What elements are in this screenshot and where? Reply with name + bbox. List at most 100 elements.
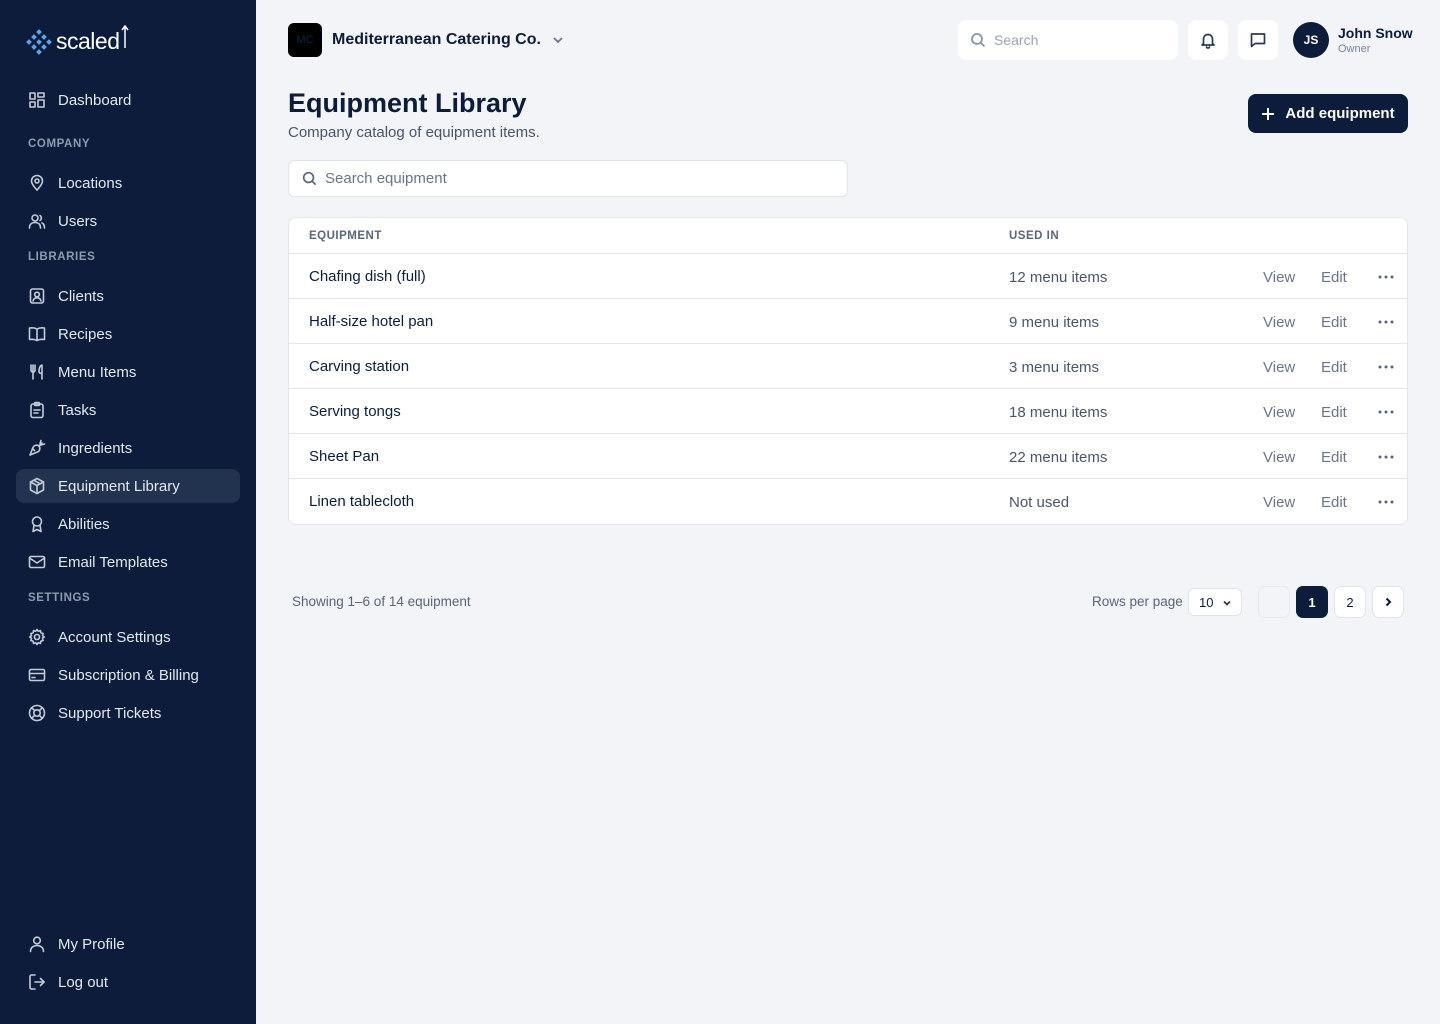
sidebar-item-tasks[interactable]: Tasks (16, 393, 240, 427)
used-in-count: 12 menu items (1009, 269, 1108, 286)
rows-per-page-label: Rows per page (1092, 594, 1183, 609)
arrow-up-icon (121, 24, 130, 48)
equipment-name[interactable]: Half-size hotel pan (309, 313, 433, 330)
user-avatar[interactable]: JS (1293, 22, 1329, 58)
equipment-name[interactable]: Serving tongs (309, 403, 401, 420)
brand-name: scaled (56, 27, 120, 54)
user-name: John Snow (1338, 25, 1413, 41)
used-in-count: Not used (1009, 494, 1070, 511)
more-horizontal-icon (1378, 500, 1394, 504)
sidebar-item-subscription-billing[interactable]: Subscription & Billing (16, 658, 240, 692)
book-icon (28, 325, 46, 343)
user-role: Owner (1338, 43, 1371, 55)
sidebar-item-my-profile[interactable]: My Profile (16, 927, 240, 961)
sidebar-item-log-out[interactable]: Log out (16, 965, 240, 999)
sidebar-item-equipment-library[interactable]: Equipment Library (16, 469, 240, 503)
view-button[interactable]: View (1263, 404, 1295, 421)
more-horizontal-icon (1378, 365, 1394, 369)
edit-button[interactable]: Edit (1321, 359, 1347, 376)
rows-per-page-select[interactable]: 10 (1188, 588, 1242, 616)
more-actions-button[interactable] (1375, 267, 1397, 287)
equipment-name[interactable]: Linen tablecloth (309, 493, 414, 510)
sidebar-settings-section: SETTINGS Account Settings Subscription &… (16, 589, 240, 734)
users-icon (28, 212, 46, 230)
table-row[interactable]: Half-size hotel pan 9 menu items View Edit (289, 299, 1407, 344)
view-button[interactable]: View (1263, 494, 1295, 511)
view-button[interactable]: View (1263, 449, 1295, 466)
equipment-search-input[interactable] (325, 170, 825, 187)
sidebar-item-support-tickets[interactable]: Support Tickets (16, 696, 240, 730)
sidebar-libraries-section: LIBRARIES Clients Recipes Menu Items Tas… (16, 248, 240, 583)
chevron-down-icon (1223, 600, 1231, 606)
credit-card-icon (28, 666, 46, 684)
notifications-button[interactable] (1188, 20, 1228, 60)
section-label-libraries: LIBRARIES (28, 251, 96, 263)
logout-icon (28, 973, 46, 991)
more-actions-button[interactable] (1375, 312, 1397, 332)
sidebar-bottom-nav: My Profile Log out (16, 927, 240, 1003)
location-pin-icon (28, 174, 46, 192)
add-equipment-label: Add equipment (1285, 105, 1395, 122)
contact-card-icon (28, 287, 46, 305)
sidebar-item-menu-items[interactable]: Menu Items (16, 355, 240, 389)
more-horizontal-icon (1378, 275, 1394, 279)
sidebar-item-email-templates[interactable]: Email Templates (16, 545, 240, 579)
global-search-input[interactable] (994, 32, 1164, 48)
company-name: Mediterranean Catering Co. (332, 31, 541, 48)
edit-button[interactable]: Edit (1321, 314, 1347, 331)
edit-button[interactable]: Edit (1321, 494, 1347, 511)
used-in-count: 9 menu items (1009, 314, 1100, 331)
table-row[interactable]: Linen tablecloth Not used View Edit (289, 479, 1407, 524)
company-switcher[interactable]: MC Mediterranean Catering Co. (288, 23, 565, 57)
user-icon (28, 935, 46, 953)
messages-button[interactable] (1238, 20, 1278, 60)
previous-page-button[interactable] (1258, 586, 1290, 618)
more-actions-button[interactable] (1375, 492, 1397, 512)
equipment-name[interactable]: Sheet Pan (309, 448, 379, 465)
table-row[interactable]: Sheet Pan 22 menu items View Edit (289, 434, 1407, 479)
sidebar-item-recipes[interactable]: Recipes (16, 317, 240, 351)
used-in-count: 22 menu items (1009, 449, 1108, 466)
next-page-button[interactable] (1372, 586, 1404, 618)
global-search[interactable] (958, 20, 1178, 60)
table-row[interactable]: Carving station 3 menu items View Edit (289, 344, 1407, 389)
equipment-name[interactable]: Chafing dish (full) (309, 268, 426, 285)
view-button[interactable]: View (1263, 314, 1295, 331)
chevron-down-icon (551, 33, 565, 47)
view-button[interactable]: View (1263, 269, 1295, 286)
sidebar-top-nav: Dashboard (16, 83, 240, 121)
gear-icon (28, 628, 46, 646)
mail-icon (28, 553, 46, 571)
utensils-icon (28, 363, 46, 381)
equipment-table: EQUIPMENT USED IN Chafing dish (full) 12 … (288, 217, 1408, 525)
table-row[interactable]: Serving tongs 18 menu items View Edit (289, 389, 1407, 434)
equipment-search[interactable] (288, 160, 848, 197)
sidebar-item-users[interactable]: Users (16, 204, 240, 238)
page-1-button[interactable]: 1 (1296, 586, 1328, 618)
clipboard-icon (28, 401, 46, 419)
sidebar-item-clients[interactable]: Clients (16, 279, 240, 313)
lifebuoy-icon (28, 704, 46, 722)
more-actions-button[interactable] (1375, 402, 1397, 422)
edit-button[interactable]: Edit (1321, 449, 1347, 466)
page-2-button[interactable]: 2 (1334, 586, 1366, 618)
edit-button[interactable]: Edit (1321, 269, 1347, 286)
add-equipment-button[interactable]: Add equipment (1248, 94, 1408, 133)
table-row[interactable]: Chafing dish (full) 12 menu items View Edit (289, 254, 1407, 299)
sidebar-item-account-settings[interactable]: Account Settings (16, 620, 240, 654)
view-button[interactable]: View (1263, 359, 1295, 376)
sidebar-item-ingredients[interactable]: Ingredients (16, 431, 240, 465)
bell-icon (1201, 33, 1215, 49)
company-logo: MC (288, 23, 322, 57)
more-actions-button[interactable] (1375, 447, 1397, 467)
more-horizontal-icon (1378, 320, 1394, 324)
more-horizontal-icon (1378, 455, 1394, 459)
sidebar-item-locations[interactable]: Locations (16, 166, 240, 200)
more-actions-button[interactable] (1375, 357, 1397, 377)
brand-logo[interactable]: scaled (26, 24, 130, 56)
sidebar-item-dashboard[interactable]: Dashboard (16, 83, 240, 117)
search-icon (302, 171, 317, 186)
equipment-name[interactable]: Carving station (309, 358, 409, 375)
edit-button[interactable]: Edit (1321, 404, 1347, 421)
sidebar-item-abilities[interactable]: Abilities (16, 507, 240, 541)
